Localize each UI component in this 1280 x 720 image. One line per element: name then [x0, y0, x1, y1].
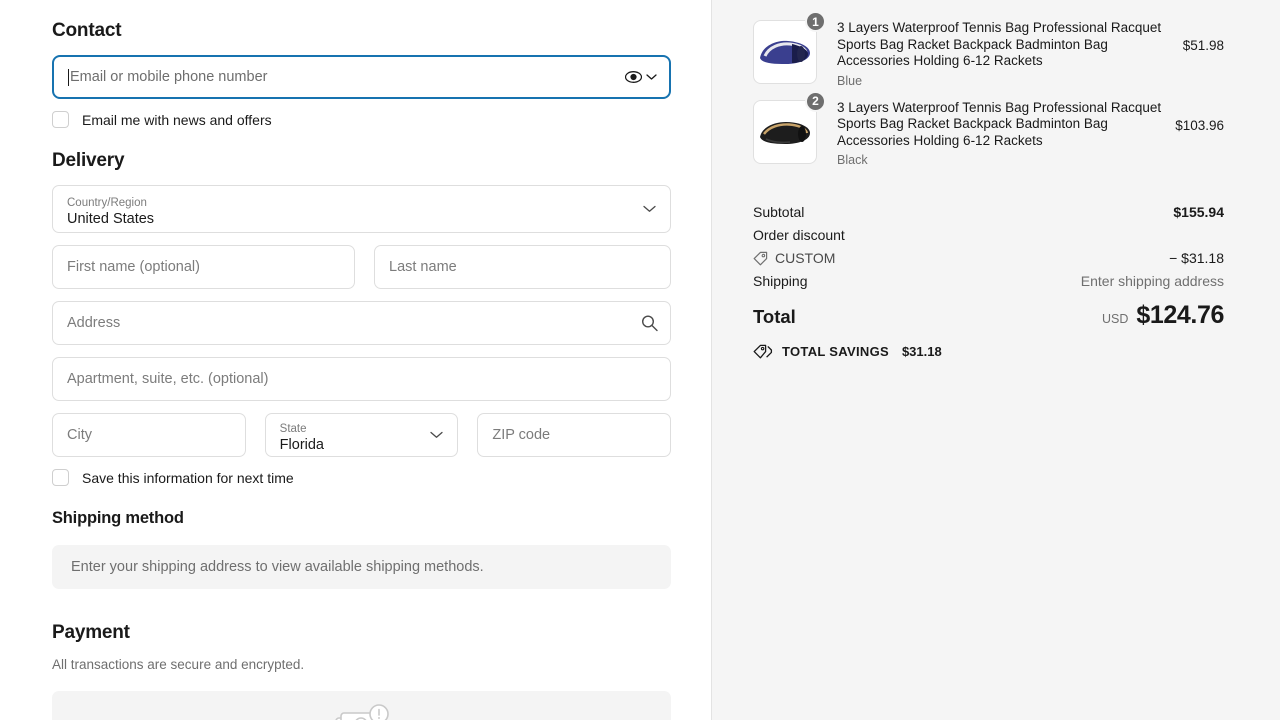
state-select[interactable]: State Florida — [265, 413, 459, 457]
double-tag-icon — [753, 344, 773, 359]
first-name-input[interactable]: First name (optional) — [52, 245, 355, 289]
checkout-page: Contact Email or mobile phone number Ema… — [0, 0, 1280, 720]
total-savings-row: TOTAL SAVINGS $31.18 — [753, 344, 1224, 359]
product-thumbnail-wrap: 1 — [753, 20, 817, 84]
checkout-form-panel: Contact Email or mobile phone number Ema… — [0, 0, 711, 720]
first-name-placeholder: First name (optional) — [67, 259, 200, 275]
last-name-input[interactable]: Last name — [374, 245, 671, 289]
product-info: 3 Layers Waterproof Tennis Bag Professio… — [817, 100, 1175, 168]
tennis-bag-image — [756, 112, 814, 152]
country-chevron[interactable] — [643, 200, 656, 218]
apartment-input[interactable]: Apartment, suite, etc. (optional) — [52, 357, 671, 401]
last-name-placeholder: Last name — [389, 259, 457, 275]
order-discount-row: Order discount — [753, 227, 1224, 243]
total-row: Total USD $124.76 — [753, 301, 1224, 330]
apartment-placeholder: Apartment, suite, etc. (optional) — [67, 371, 269, 387]
country-value: United States — [67, 210, 656, 229]
quantity-badge: 2 — [805, 91, 826, 112]
product-title: 3 Layers Waterproof Tennis Bag Professio… — [837, 20, 1173, 70]
subtotal-label: Subtotal — [753, 204, 804, 220]
discount-code-group: CUSTOM — [753, 250, 835, 266]
newsletter-checkbox[interactable] — [52, 111, 69, 128]
tag-icon — [753, 251, 768, 266]
zip-placeholder: ZIP code — [492, 427, 550, 443]
shipping-value: Enter shipping address — [1081, 273, 1224, 289]
save-info-checkbox[interactable] — [52, 469, 69, 486]
shipping-method-heading: Shipping method — [52, 509, 671, 528]
product-title: 3 Layers Waterproof Tennis Bag Professio… — [837, 100, 1165, 150]
discount-code-row: CUSTOM − $31.18 — [753, 250, 1224, 266]
payment-unavailable-block: This store can’t accept payments right n… — [52, 691, 671, 720]
state-chevron[interactable] — [430, 426, 443, 444]
country-select[interactable]: Country/Region United States — [52, 185, 671, 233]
product-thumbnail-wrap: 2 — [753, 100, 817, 164]
shipping-empty-message: Enter your shipping address to view avai… — [71, 559, 484, 575]
order-line-item: 1 3 Layers Waterproof Tennis Bag Profess… — [753, 20, 1224, 88]
newsletter-label: Email me with news and offers — [82, 112, 272, 128]
discount-value: − $31.18 — [1169, 250, 1224, 266]
product-thumbnail — [753, 20, 817, 84]
newsletter-checkbox-row[interactable]: Email me with news and offers — [52, 111, 671, 128]
chevron-down-icon[interactable] — [430, 431, 443, 439]
subtotal-value: $155.94 — [1173, 204, 1224, 220]
contact-heading: Contact — [52, 20, 671, 42]
product-price: $103.96 — [1175, 100, 1224, 133]
zip-input[interactable]: ZIP code — [477, 413, 671, 457]
quantity-badge: 1 — [805, 11, 826, 32]
text-caret — [68, 69, 69, 86]
subtotal-row: Subtotal $155.94 — [753, 204, 1224, 220]
product-info: 3 Layers Waterproof Tennis Bag Professio… — [817, 20, 1183, 88]
eye-icon[interactable] — [625, 71, 642, 84]
shipping-empty-state: Enter your shipping address to view avai… — [52, 545, 671, 589]
search-icon[interactable] — [641, 315, 658, 332]
payment-heading: Payment — [52, 622, 671, 644]
total-savings-label: TOTAL SAVINGS — [782, 344, 889, 359]
email-placeholder: Email or mobile phone number — [70, 69, 267, 85]
order-discount-label: Order discount — [753, 227, 845, 243]
tennis-bag-image — [756, 32, 814, 72]
product-price: $51.98 — [1183, 20, 1224, 53]
state-label: State — [280, 422, 444, 436]
state-value: Florida — [280, 436, 444, 455]
country-label: Country/Region — [67, 196, 656, 210]
autofill-control[interactable] — [625, 71, 657, 84]
payment-subtitle: All transactions are secure and encrypte… — [52, 657, 671, 672]
product-variant: Blue — [837, 74, 1173, 88]
city-placeholder: City — [67, 427, 92, 443]
shipping-label: Shipping — [753, 273, 808, 289]
city-input[interactable]: City — [52, 413, 246, 457]
save-info-checkbox-row[interactable]: Save this information for next time — [52, 469, 671, 486]
total-amount-group: USD $124.76 — [1102, 301, 1224, 330]
order-totals: Subtotal $155.94 Order discount CUSTOM −… — [753, 204, 1224, 359]
chevron-down-icon[interactable] — [643, 205, 656, 213]
banknotes-alert-icon — [333, 704, 391, 720]
product-variant: Black — [837, 153, 1165, 167]
shipping-row: Shipping Enter shipping address — [753, 273, 1224, 289]
email-input[interactable]: Email or mobile phone number — [52, 55, 671, 99]
address-search-control[interactable] — [641, 315, 658, 332]
order-summary-panel: 1 3 Layers Waterproof Tennis Bag Profess… — [711, 0, 1280, 720]
address-input[interactable]: Address — [52, 301, 671, 345]
address-placeholder: Address — [67, 315, 120, 331]
order-line-item: 2 3 Layers Waterproof Tennis Bag Profess… — [753, 100, 1224, 168]
delivery-heading: Delivery — [52, 150, 671, 172]
total-value: $124.76 — [1136, 301, 1224, 330]
total-savings-value: $31.18 — [902, 344, 942, 359]
currency-code: USD — [1102, 312, 1128, 326]
chevron-down-icon[interactable] — [646, 74, 657, 81]
total-label: Total — [753, 306, 796, 328]
discount-code: CUSTOM — [775, 250, 835, 266]
save-info-label: Save this information for next time — [82, 470, 294, 486]
